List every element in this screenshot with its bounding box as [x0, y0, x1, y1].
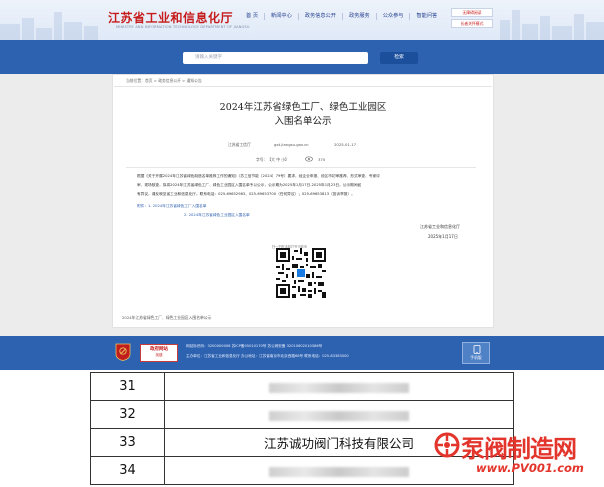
phone-icon [473, 345, 481, 354]
valve-logo-icon [434, 432, 460, 458]
search-button[interactable]: 检索 [380, 52, 418, 64]
accessibility-buttons: 无障碍阅读 长者关怀模式 [451, 8, 493, 30]
skyline-banner [0, 10, 604, 40]
badge-subtitle: 找错 [155, 353, 163, 357]
footer-contact: 主办单位：江苏省工业和信息化厅 办公地址：江苏省南京市北京西路68号 联系电话：… [186, 354, 349, 358]
qr-code-icon [276, 248, 326, 298]
accessible-reading-button[interactable]: 无障碍阅读 [451, 8, 493, 17]
breadcrumb[interactable]: 当前位置：首页 > 政务信息公开 > 通知公告 [126, 78, 202, 84]
meta-url: gxt.jiangsu.gov.cn [274, 142, 309, 147]
company-list-table: 31 32 33 江苏诚功阀门科技有限公司 34 [90, 372, 514, 485]
nav-participation[interactable]: 公众参与 [377, 13, 411, 20]
row-number: 32 [90, 400, 165, 429]
table-row: 31 [90, 372, 514, 401]
redacted-text [269, 466, 409, 477]
nav-public-info[interactable]: 政务信息公开 [299, 13, 343, 20]
company-name-redacted [164, 372, 514, 401]
meta-source: 江苏省工信厅 [228, 142, 251, 147]
table-row: 32 [90, 400, 514, 429]
watermark-url: www.PV001.com [476, 461, 584, 475]
font-size-switch[interactable]: 字号：【大 中 小】 [256, 157, 289, 163]
article-footnote: 2024年江苏省绿色工厂、绿色工业园区入围名单公示 [122, 315, 212, 320]
site-subtitle: MINISTRY AND INFORMATION TECHNOLOGY DEPA… [116, 25, 250, 29]
watermark-brand: 泵阀制造网 [461, 435, 577, 463]
site-footer [0, 336, 604, 370]
site-title[interactable]: 江苏省工业和信息化厅 [108, 9, 233, 26]
badge-title: 政府网站 [150, 347, 168, 352]
divider [126, 167, 476, 168]
mobile-version-label: 手机版 [470, 355, 482, 360]
eye-icon [305, 156, 313, 162]
row-number: 33 [90, 428, 165, 457]
elder-mode-button[interactable]: 长者关怀模式 [451, 19, 493, 28]
redacted-text [269, 382, 409, 393]
signature-org: 江苏省工业和信息化厅 [420, 224, 460, 229]
article-title-line-1: 2024年江苏省绿色工厂、绿色工业园区 [219, 102, 387, 113]
signature-date: 2025年1月17日 [428, 234, 458, 239]
meta-date: 2025-01-17 [334, 142, 357, 147]
row-number: 31 [90, 372, 165, 401]
view-count: 370 [318, 157, 326, 162]
page: 江苏省工业和信息化厅 MINISTRY AND INFORMATION TECH… [0, 0, 604, 487]
body-paragraph-line: 有异议，请反映至省工业和信息化厅。联系电话：025-69652963、025-6… [137, 192, 355, 196]
divider [114, 86, 492, 87]
main-nav: 首 页 新闻中心 政务信息公开 政务服务 公众参与 智能问答 [240, 13, 443, 20]
footer-registration: 网站标识码：3200000006 苏ICP备05010170号 苏公网安备 32… [186, 344, 323, 348]
party-emblem-icon[interactable] [114, 343, 132, 361]
attachment-link-2[interactable]: 2. 2024年江苏省绿色工业园区入围名单 [184, 213, 520, 218]
search-input[interactable]: 请输入关键字 [183, 52, 368, 64]
redacted-text [269, 410, 409, 421]
nav-news[interactable]: 新闻中心 [265, 13, 299, 20]
company-name-redacted [164, 400, 514, 429]
nav-smart-qa[interactable]: 智能问答 [410, 13, 443, 20]
site-header: 江苏省工业和信息化厅 MINISTRY AND INFORMATION TECH… [0, 0, 604, 40]
body-paragraph-line: 根据《关于开展2024年江苏省绿色制造名单推荐工作的通知》（苏工信节能〔2024… [137, 174, 380, 178]
attachment-link-1[interactable]: 附件：1. 2024年江苏省绿色工厂入围名单 [137, 204, 473, 209]
article-title-line-2: 入围名单公示 [274, 116, 332, 127]
body-paragraph-line: 审、现场核查，拟将2024年江苏省绿色工厂、绿色工业园区入围名单予以公示，公示期… [137, 183, 362, 187]
row-number: 34 [90, 456, 165, 485]
nav-services[interactable]: 政务服务 [343, 13, 377, 20]
table-row: 34 [90, 456, 514, 485]
nav-home[interactable]: 首 页 [240, 13, 266, 20]
